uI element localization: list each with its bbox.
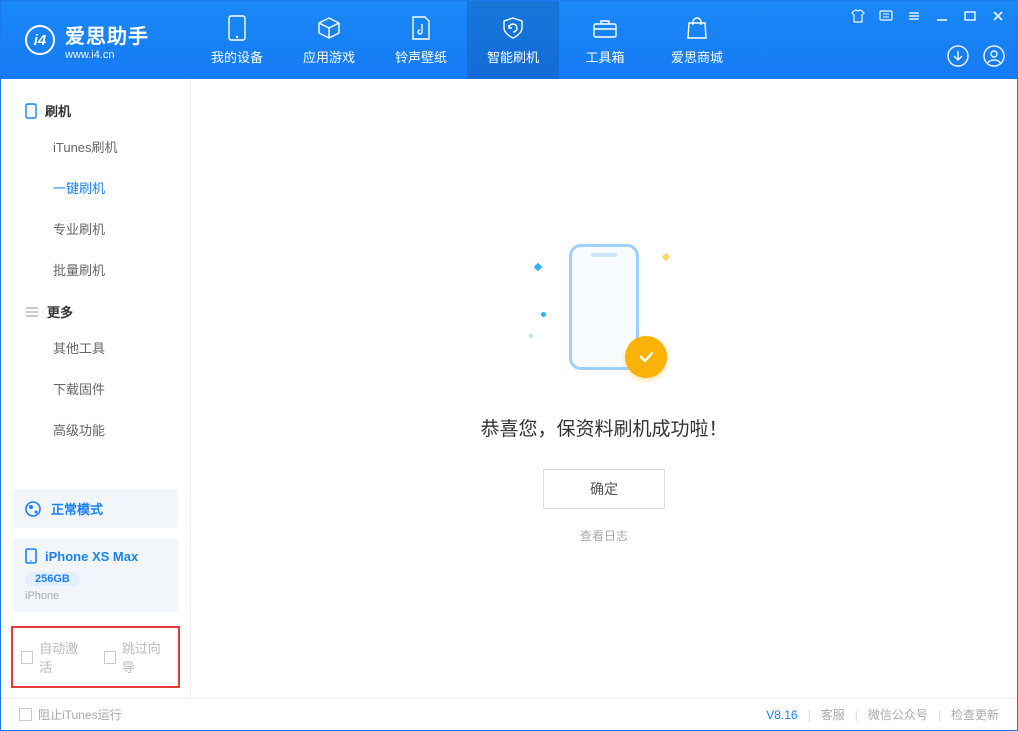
main-content: 恭喜您，保资料刷机成功啦！ 确定 查看日志 bbox=[191, 79, 1017, 698]
checkbox-icon bbox=[19, 708, 32, 721]
account-controls bbox=[851, 45, 1005, 67]
tab-label: 我的设备 bbox=[211, 47, 263, 66]
view-log-link[interactable]: 查看日志 bbox=[580, 527, 628, 544]
device-type: iPhone bbox=[25, 590, 166, 602]
toolbox-icon bbox=[592, 15, 618, 41]
sidebar-bottom-options: 自动激活 跳过向导 bbox=[11, 626, 180, 688]
app-window: i4 爱思助手 www.i4.cn 我的设备 应用游戏 铃声壁纸 智能刷机 bbox=[0, 0, 1018, 731]
tshirt-icon[interactable] bbox=[851, 9, 865, 23]
sidebar-device-area: 正常模式 iPhone XS Max 256GB iPhone bbox=[13, 489, 178, 612]
tab-apps-games[interactable]: 应用游戏 bbox=[283, 1, 375, 79]
tab-ringtone-wallpaper[interactable]: 铃声壁纸 bbox=[375, 1, 467, 79]
success-illustration bbox=[529, 234, 679, 384]
sidebar-item-download-firmware[interactable]: 下载固件 bbox=[1, 368, 190, 409]
list-icon bbox=[25, 306, 39, 318]
tab-label: 应用游戏 bbox=[303, 47, 355, 66]
mode-icon bbox=[25, 501, 41, 517]
footer-right: V8.16 | 客服 | 微信公众号 | 检查更新 bbox=[766, 706, 999, 723]
device-icon bbox=[224, 15, 250, 41]
checkbox-auto-activate[interactable]: 自动激活 bbox=[21, 638, 88, 676]
shopping-bag-icon bbox=[684, 15, 710, 41]
footer: 阻止iTunes运行 V8.16 | 客服 | 微信公众号 | 检查更新 bbox=[1, 698, 1017, 730]
mode-card[interactable]: 正常模式 bbox=[13, 489, 178, 528]
checkbox-label: 跳过向导 bbox=[122, 638, 170, 676]
download-icon[interactable] bbox=[947, 45, 969, 67]
sidebar-item-oneclick-flash[interactable]: 一键刷机 bbox=[1, 167, 190, 208]
tab-toolbox[interactable]: 工具箱 bbox=[559, 1, 651, 79]
device-phone-icon bbox=[25, 548, 37, 564]
maximize-icon[interactable] bbox=[963, 9, 977, 23]
window-controls bbox=[851, 9, 1005, 23]
tab-store[interactable]: 爱思商城 bbox=[651, 1, 743, 79]
brand-text: 爱思助手 www.i4.cn bbox=[65, 20, 149, 61]
tab-label: 智能刷机 bbox=[487, 47, 539, 66]
sidebar-item-batch-flash[interactable]: 批量刷机 bbox=[1, 249, 190, 290]
user-icon[interactable] bbox=[983, 45, 1005, 67]
footer-link-support[interactable]: 客服 bbox=[821, 706, 845, 723]
header: i4 爱思助手 www.i4.cn 我的设备 应用游戏 铃声壁纸 智能刷机 bbox=[1, 1, 1017, 79]
group-flash-label: 刷机 bbox=[45, 101, 71, 120]
brand-url: www.i4.cn bbox=[65, 49, 149, 61]
device-name-row: iPhone XS Max bbox=[25, 548, 166, 564]
header-tabs: 我的设备 应用游戏 铃声壁纸 智能刷机 工具箱 爱思商城 bbox=[191, 1, 839, 79]
tab-my-device[interactable]: 我的设备 bbox=[191, 1, 283, 79]
separator: | bbox=[808, 708, 811, 722]
sparkle-icon bbox=[534, 262, 542, 270]
cube-icon bbox=[316, 15, 342, 41]
sidebar-scroll: 刷机 iTunes刷机 一键刷机 专业刷机 批量刷机 更多 其他工具 下载固件 … bbox=[1, 79, 190, 479]
ok-button[interactable]: 确定 bbox=[543, 469, 665, 509]
sidebar: 刷机 iTunes刷机 一键刷机 专业刷机 批量刷机 更多 其他工具 下载固件 … bbox=[1, 79, 191, 698]
separator: | bbox=[855, 708, 858, 722]
checkbox-skip-guide[interactable]: 跳过向导 bbox=[104, 638, 171, 676]
checkbox-icon bbox=[104, 651, 116, 664]
checkbox-label: 阻止iTunes运行 bbox=[38, 706, 122, 723]
sidebar-group-flash: 刷机 bbox=[1, 89, 190, 126]
minimize-icon[interactable] bbox=[935, 9, 949, 23]
checkbox-label: 自动激活 bbox=[39, 638, 87, 676]
close-icon[interactable] bbox=[991, 9, 1005, 23]
sidebar-item-itunes-flash[interactable]: iTunes刷机 bbox=[1, 126, 190, 167]
mode-label: 正常模式 bbox=[51, 499, 103, 518]
checkbox-block-itunes[interactable]: 阻止iTunes运行 bbox=[19, 706, 122, 723]
body: 刷机 iTunes刷机 一键刷机 专业刷机 批量刷机 更多 其他工具 下载固件 … bbox=[1, 79, 1017, 698]
group-more-label: 更多 bbox=[47, 302, 73, 321]
sidebar-group-more: 更多 bbox=[1, 290, 190, 327]
version-label: V8.16 bbox=[766, 708, 797, 722]
device-storage-badge: 256GB bbox=[25, 572, 80, 586]
tab-smart-flash[interactable]: 智能刷机 bbox=[467, 1, 559, 79]
success-check-icon bbox=[625, 336, 667, 378]
checkbox-icon bbox=[21, 651, 33, 664]
device-name: iPhone XS Max bbox=[45, 549, 138, 564]
menu-icon[interactable] bbox=[907, 9, 921, 23]
success-message: 恭喜您，保资料刷机成功啦！ bbox=[480, 414, 727, 441]
phone-outline-icon bbox=[25, 103, 37, 119]
refresh-shield-icon bbox=[500, 15, 526, 41]
header-right bbox=[839, 1, 1017, 79]
sparkle-icon bbox=[528, 333, 534, 339]
sparkle-icon bbox=[662, 252, 670, 260]
feedback-icon[interactable] bbox=[879, 9, 893, 23]
sidebar-item-other-tools[interactable]: 其他工具 bbox=[1, 327, 190, 368]
footer-link-update[interactable]: 检查更新 bbox=[951, 706, 999, 723]
separator: | bbox=[938, 708, 941, 722]
dot-icon bbox=[541, 312, 546, 317]
music-file-icon bbox=[408, 15, 434, 41]
sidebar-item-advanced[interactable]: 高级功能 bbox=[1, 409, 190, 450]
tab-label: 工具箱 bbox=[585, 47, 624, 66]
brand-name: 爱思助手 bbox=[65, 20, 149, 49]
sidebar-item-pro-flash[interactable]: 专业刷机 bbox=[1, 208, 190, 249]
device-card[interactable]: iPhone XS Max 256GB iPhone bbox=[13, 538, 178, 612]
footer-left: 阻止iTunes运行 bbox=[19, 706, 766, 723]
tab-label: 铃声壁纸 bbox=[395, 47, 447, 66]
brand: i4 爱思助手 www.i4.cn bbox=[1, 1, 191, 79]
footer-link-wechat[interactable]: 微信公众号 bbox=[868, 706, 928, 723]
tab-label: 爱思商城 bbox=[671, 47, 723, 66]
brand-logo-icon: i4 bbox=[25, 25, 55, 55]
